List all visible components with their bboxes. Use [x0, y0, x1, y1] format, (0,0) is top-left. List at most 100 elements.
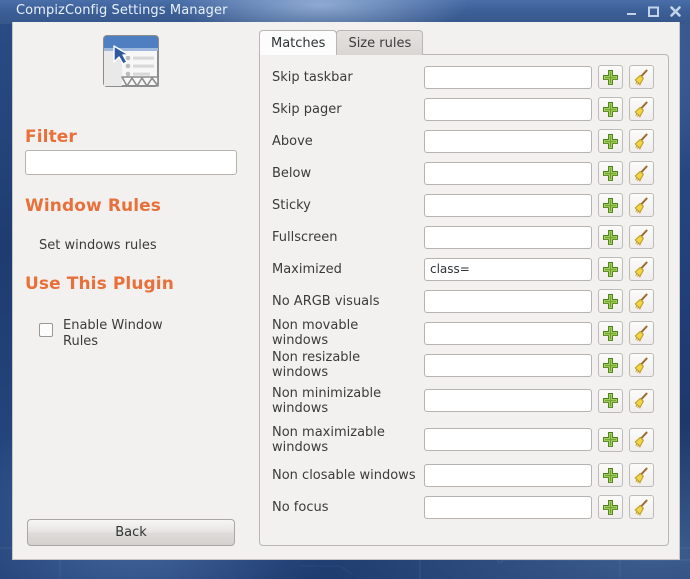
rule-value-input[interactable]: [424, 161, 592, 185]
rule-value-input[interactable]: [424, 428, 592, 451]
desktop-background: CompizConfig Settings Manager Filter Win…: [0, 0, 690, 579]
add-match-button[interactable]: [598, 427, 623, 452]
plus-icon: [602, 392, 619, 409]
clear-match-button[interactable]: [629, 97, 654, 121]
enable-window-rules-row[interactable]: Enable Window Rules: [39, 318, 229, 350]
filter-heading: Filter: [25, 127, 77, 147]
clear-match-button[interactable]: [629, 289, 654, 313]
rule-row: Skip pager: [260, 93, 668, 125]
add-match-button[interactable]: [598, 321, 623, 345]
plus-icon: [602, 467, 619, 484]
rule-value-input[interactable]: [424, 97, 592, 121]
add-match-button[interactable]: [598, 161, 623, 185]
rule-rows: Skip taskbar Skip pager Above Below Sticky Fu…: [260, 55, 668, 523]
rule-row: Skip taskbar: [260, 61, 668, 93]
broom-icon: [633, 69, 650, 86]
clear-match-button[interactable]: [629, 463, 654, 487]
broom-icon: [633, 392, 650, 409]
filter-input[interactable]: [25, 150, 237, 175]
clear-match-button[interactable]: [629, 427, 654, 452]
rule-label: Fullscreen: [272, 229, 338, 245]
rule-value-input[interactable]: [424, 289, 592, 313]
notebook: Matches Size rules Skip taskbar Skip pager…: [249, 22, 681, 560]
enable-window-rules-label: Enable Window Rules: [63, 318, 163, 349]
rule-value-input[interactable]: [424, 65, 592, 89]
add-match-button[interactable]: [598, 65, 623, 89]
rule-value-input[interactable]: [424, 321, 592, 345]
close-icon[interactable]: [669, 5, 682, 18]
rule-row: Sticky: [260, 189, 668, 221]
plus-icon: [602, 431, 619, 448]
enable-window-rules-checkbox[interactable]: [39, 323, 53, 337]
rule-label: Skip taskbar: [272, 69, 353, 85]
plus-icon: [602, 325, 619, 342]
add-match-button[interactable]: [598, 193, 623, 217]
back-button[interactable]: Back: [27, 519, 235, 546]
broom-icon: [633, 467, 650, 484]
rule-value-input[interactable]: [424, 257, 592, 281]
broom-icon: [633, 133, 650, 150]
clear-match-button[interactable]: [629, 65, 654, 89]
add-match-button[interactable]: [598, 388, 623, 413]
clear-match-button[interactable]: [629, 193, 654, 217]
rule-value-input[interactable]: [424, 193, 592, 217]
rule-row: Above: [260, 125, 668, 157]
plus-icon: [602, 261, 619, 278]
plus-icon: [602, 499, 619, 516]
window-rules-heading: Window Rules: [25, 196, 162, 216]
rule-row: No ARGB visuals: [260, 285, 668, 317]
plus-icon: [602, 101, 619, 118]
rule-label: Non minimizable windows: [272, 385, 382, 416]
add-match-button[interactable]: [598, 257, 623, 281]
add-match-button[interactable]: [598, 463, 623, 487]
rule-label: Non resizable windows: [272, 350, 361, 380]
application-window: CompizConfig Settings Manager Filter Win…: [0, 0, 690, 568]
plus-icon: [602, 165, 619, 182]
broom-icon: [633, 499, 650, 516]
add-match-button[interactable]: [598, 225, 623, 249]
window-controls: [625, 5, 682, 18]
broom-icon: [633, 357, 650, 374]
rule-row: Non closable windows: [260, 459, 668, 491]
tab-matches[interactable]: Matches: [259, 30, 338, 55]
clear-match-button[interactable]: [629, 257, 654, 281]
rule-row: Non resizable windows: [260, 349, 668, 381]
rule-label: Below: [272, 165, 312, 181]
rule-row: Non movable windows: [260, 317, 668, 349]
clear-match-button[interactable]: [629, 161, 654, 185]
rule-value-input[interactable]: [424, 495, 592, 519]
rule-row: Maximized: [260, 253, 668, 285]
clear-match-button[interactable]: [629, 388, 654, 413]
clear-match-button[interactable]: [629, 129, 654, 153]
window-body: Filter Window Rules Set windows rules Us…: [12, 22, 680, 560]
broom-icon: [633, 325, 650, 342]
clear-match-button[interactable]: [629, 321, 654, 345]
clear-match-button[interactable]: [629, 495, 654, 519]
minimize-icon[interactable]: [625, 5, 638, 18]
add-match-button[interactable]: [598, 353, 623, 377]
window-titlebar[interactable]: CompizConfig Settings Manager: [0, 0, 690, 40]
rule-value-input[interactable]: [424, 225, 592, 249]
add-match-button[interactable]: [598, 495, 623, 519]
broom-icon: [633, 293, 650, 310]
broom-icon: [633, 431, 650, 448]
clear-match-button[interactable]: [629, 353, 654, 377]
add-match-button[interactable]: [598, 289, 623, 313]
rule-value-input[interactable]: [424, 389, 592, 412]
maximize-icon[interactable]: [647, 5, 660, 18]
add-match-button[interactable]: [598, 97, 623, 121]
rule-row: Non maximizable windows: [260, 420, 668, 459]
plus-icon: [602, 293, 619, 310]
rule-label: Non maximizable windows: [272, 424, 385, 455]
rule-label: Non closable windows: [272, 467, 416, 483]
rule-row: No focus: [260, 491, 668, 523]
rule-value-input[interactable]: [424, 353, 592, 377]
tab-size-rules[interactable]: Size rules: [336, 30, 424, 55]
rule-value-input[interactable]: [424, 129, 592, 153]
rule-value-input[interactable]: [424, 463, 592, 487]
broom-icon: [633, 101, 650, 118]
plus-icon: [602, 357, 619, 374]
rule-row: Non minimizable windows: [260, 381, 668, 420]
clear-match-button[interactable]: [629, 225, 654, 249]
add-match-button[interactable]: [598, 129, 623, 153]
